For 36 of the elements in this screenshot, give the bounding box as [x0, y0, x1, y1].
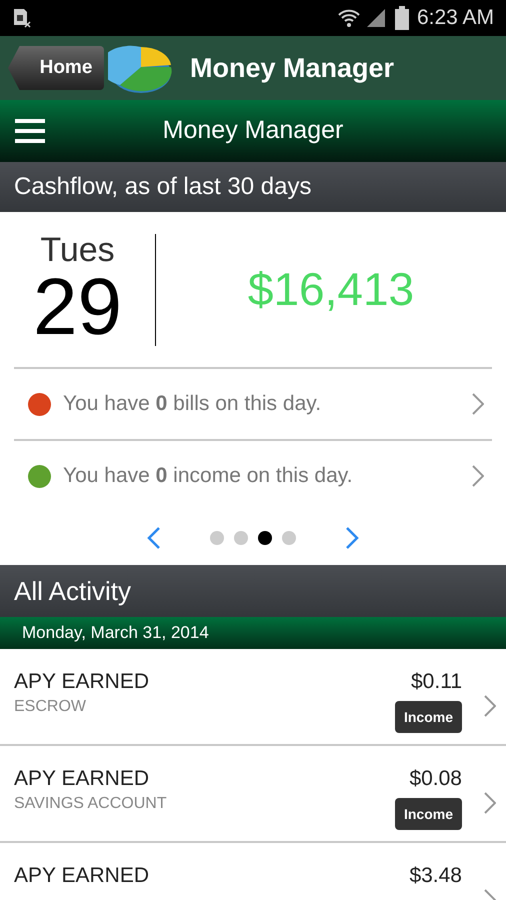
- signal-icon: [364, 7, 387, 29]
- chevron-icon: [484, 695, 496, 717]
- section-heading: Cashflow, as of last 30 days: [14, 172, 312, 202]
- summary-text: You have 0 income on this day.: [63, 463, 354, 490]
- transaction-title: APY EARNED: [14, 863, 150, 889]
- activity-row[interactable]: APY EARNED ESCROW $0.11 Income: [0, 649, 506, 746]
- wifi-icon: [336, 7, 361, 29]
- home-button[interactable]: Home: [8, 46, 104, 90]
- menu-icon[interactable]: [15, 118, 45, 144]
- app-title: Money Manager: [190, 52, 394, 85]
- transaction-amount: $0.08: [409, 766, 462, 792]
- battery-icon: [394, 6, 409, 30]
- sim-card-icon: [12, 7, 32, 29]
- chevron-icon: [484, 792, 496, 814]
- transaction-amount: $3.48: [409, 863, 462, 889]
- weekday: Tues: [40, 232, 115, 266]
- screen-title: Money Manager: [162, 115, 344, 146]
- cashflow-amount: $16,413: [248, 263, 414, 315]
- clock: 6:23 AM: [416, 5, 494, 32]
- activity-row[interactable]: APY EARNED $3.48: [0, 843, 506, 900]
- activity-row[interactable]: APY EARNED SAVINGS ACCOUNT $0.08 Income: [0, 746, 506, 843]
- summary-row[interactable]: You have 0 income on this day.: [14, 439, 492, 511]
- date-heading: Monday, March 31, 2014: [22, 622, 209, 644]
- day-number: 29: [33, 266, 122, 346]
- transaction-amount: $0.11: [411, 669, 462, 695]
- transaction-title: APY EARNED: [14, 766, 150, 792]
- summary-row[interactable]: You have 0 bills on this day.: [14, 367, 492, 439]
- category-tag: Income: [394, 798, 462, 830]
- account-name: ESCROW: [14, 697, 87, 717]
- transaction-title: APY EARNED: [14, 669, 150, 695]
- account-name: SAVINGS ACCOUNT: [14, 794, 168, 814]
- chevron-icon: [472, 393, 484, 415]
- category-tag: Income: [394, 701, 462, 733]
- section-heading: All Activity: [14, 574, 132, 608]
- summary-text: You have 0 bills on this day.: [63, 391, 322, 418]
- chevron-icon: [472, 465, 484, 487]
